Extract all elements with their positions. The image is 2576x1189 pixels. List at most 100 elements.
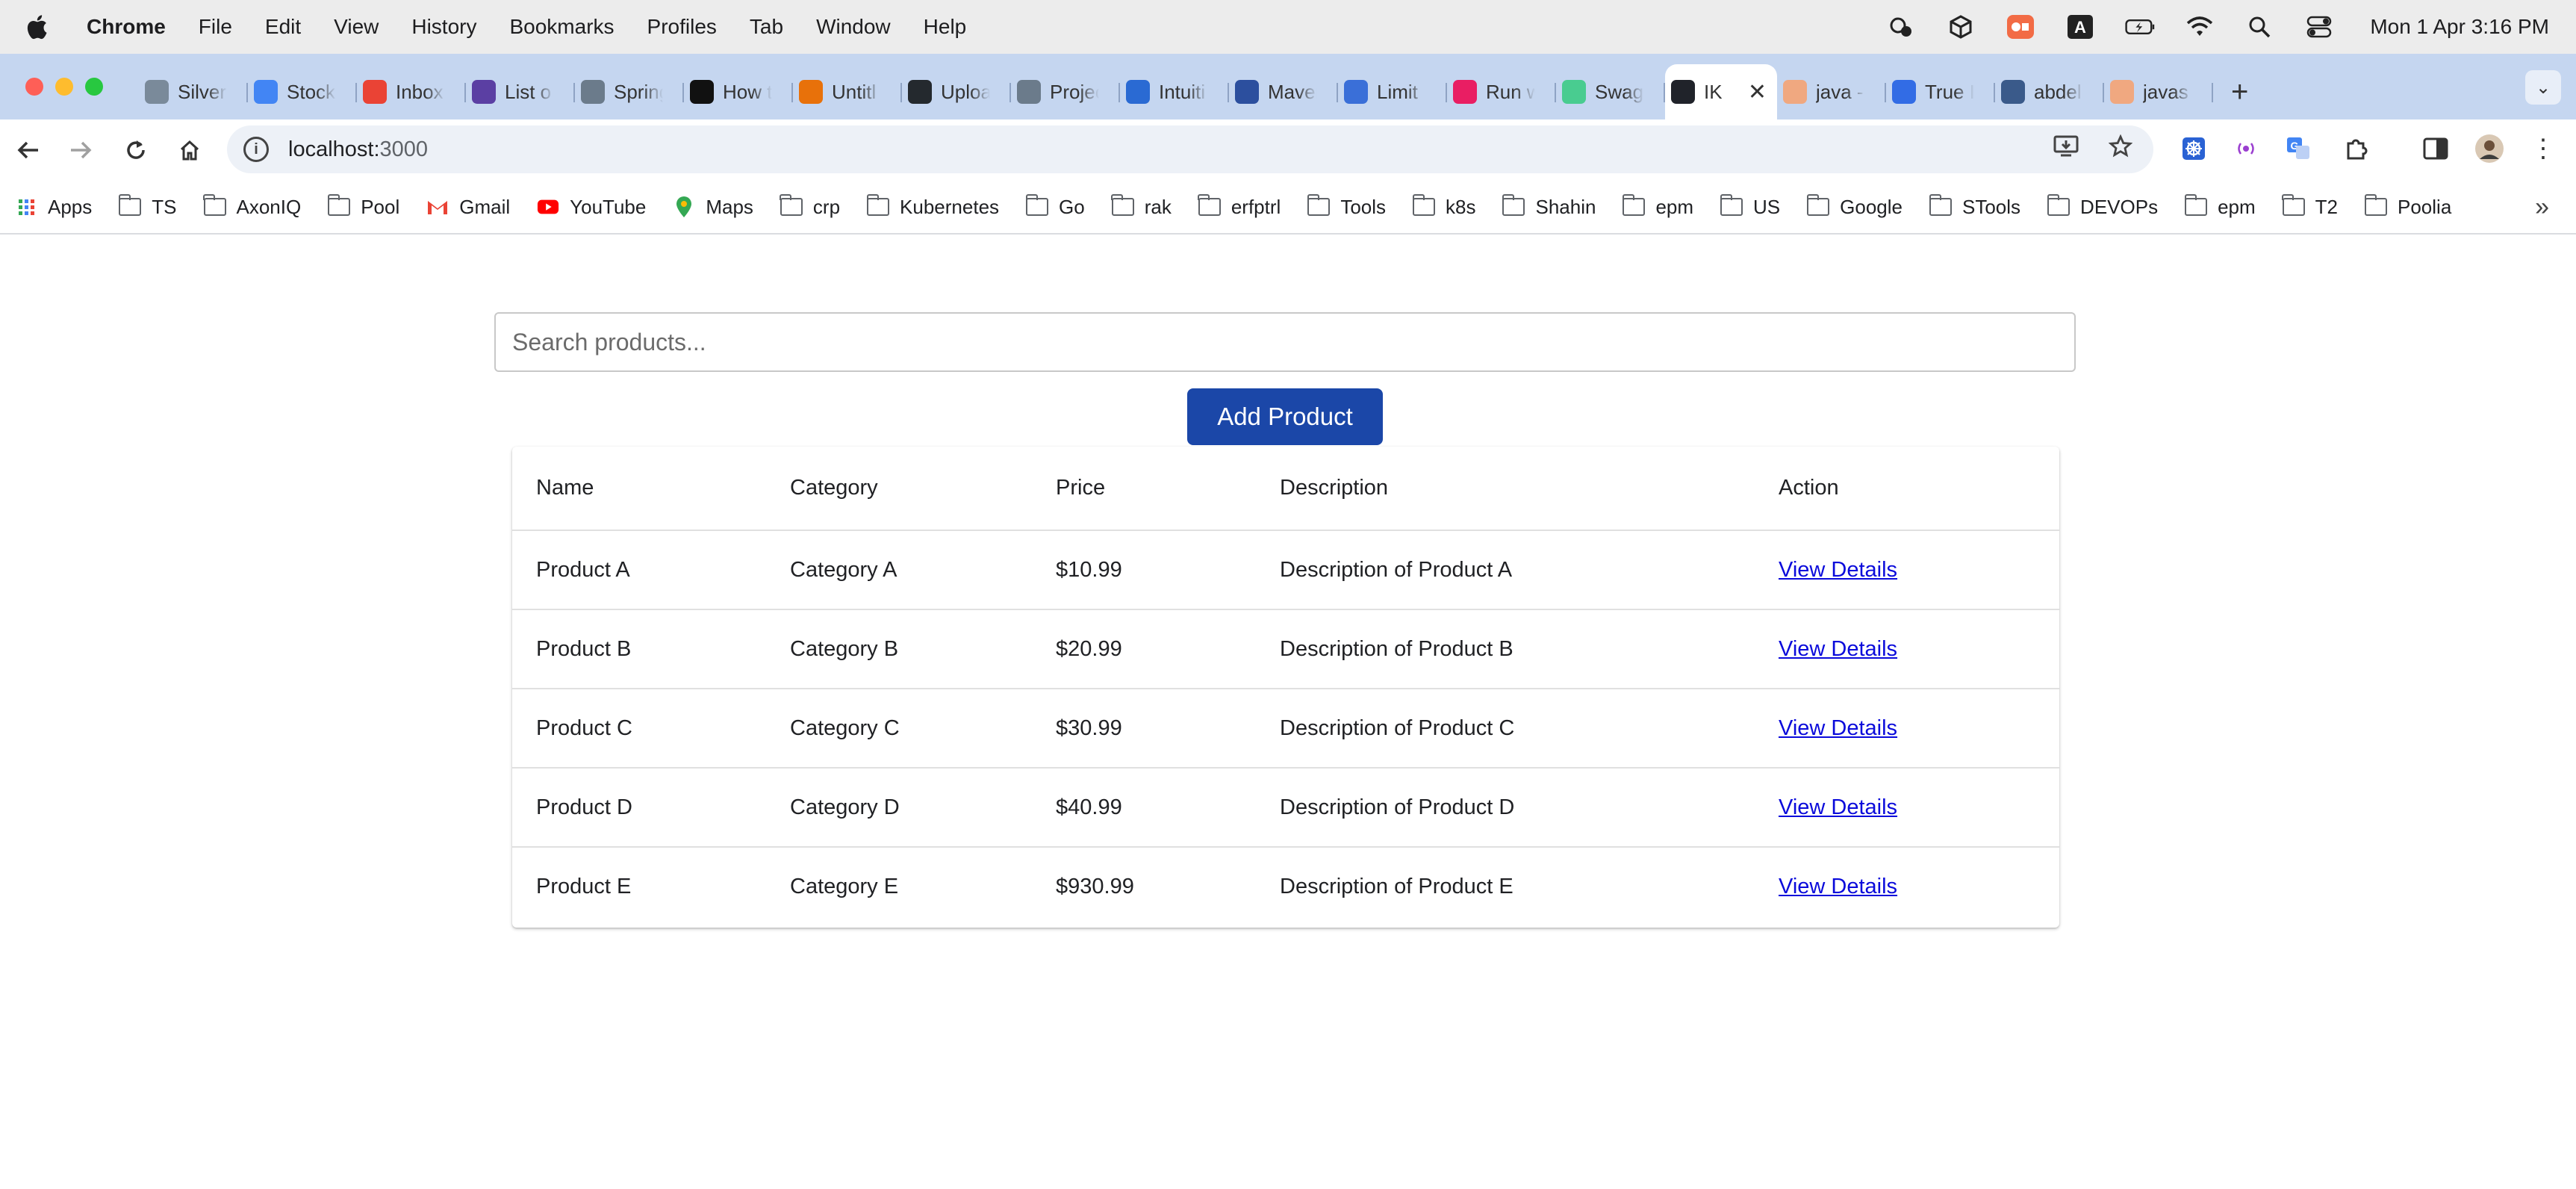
bookmark-item[interactable]: epm — [2184, 194, 2256, 219]
browser-tab[interactable]: Inbox — [357, 69, 466, 114]
bookmark-item[interactable]: Tools — [1307, 194, 1386, 219]
url-text[interactable]: localhost:3000 — [288, 137, 428, 162]
add-product-button[interactable]: Add Product — [1187, 388, 1383, 445]
menu-window[interactable]: Window — [816, 15, 891, 39]
view-details-link[interactable]: View Details — [1779, 716, 1897, 740]
menu-tab[interactable]: Tab — [750, 15, 783, 39]
browser-tab[interactable]: IK ✕ — [1665, 64, 1777, 119]
install-app-icon[interactable] — [2053, 134, 2079, 164]
tab-title: Intuiti — [1159, 80, 1206, 103]
browser-tab[interactable]: java - — [1777, 69, 1886, 114]
view-details-link[interactable]: View Details — [1779, 558, 1897, 582]
close-window-button[interactable] — [25, 78, 43, 96]
tab-title: How t — [723, 80, 772, 103]
browser-tab[interactable]: Stock — [248, 69, 357, 114]
table-row: Product B Category B $20.99 Description … — [512, 609, 2059, 689]
browser-tab[interactable]: Spring — [575, 69, 684, 114]
minimize-window-button[interactable] — [55, 78, 73, 96]
bookmark-item[interactable]: Go — [1025, 194, 1085, 219]
site-info-icon[interactable]: i — [243, 137, 269, 162]
bookmark-item[interactable]: rak — [1111, 194, 1172, 219]
tab-search-chevron-icon[interactable]: ⌄ — [2525, 70, 2561, 105]
kubernetes-extension-icon[interactable] — [2179, 134, 2209, 164]
menu-profiles[interactable]: Profiles — [647, 15, 717, 39]
browser-tab[interactable]: True I — [1886, 69, 1995, 114]
browser-tab[interactable]: Maven — [1229, 69, 1338, 114]
menu-help[interactable]: Help — [924, 15, 967, 39]
recorder-status-icon[interactable] — [2006, 12, 2035, 42]
browser-tab[interactable]: Limit — [1338, 69, 1447, 114]
spotlight-search-icon[interactable] — [2244, 12, 2274, 42]
view-details-link[interactable]: View Details — [1779, 875, 1897, 898]
view-details-link[interactable]: View Details — [1779, 795, 1897, 819]
bookmark-item[interactable]: Pool — [327, 194, 399, 219]
bookmark-item[interactable]: Google — [1806, 194, 1903, 219]
more-bookmarks-chevron-icon[interactable]: » — [2535, 193, 2549, 222]
address-bar[interactable]: i localhost:3000 — [227, 125, 2153, 173]
browser-tab[interactable]: Untitl — [793, 69, 902, 114]
bookmark-item[interactable]: Kubernetes — [866, 194, 999, 219]
bookmark-star-icon[interactable] — [2108, 134, 2133, 164]
more-menu-icon[interactable]: ⋮ — [2528, 134, 2558, 164]
box-status-icon[interactable] — [1946, 12, 1976, 42]
cell-price: $30.99 — [1032, 689, 1256, 769]
bookmark-item[interactable]: YouTube — [537, 196, 646, 219]
page-content: Add Product Name Category Price Descript… — [0, 236, 2576, 1189]
browser-tab[interactable]: javas — [2104, 69, 2213, 114]
bookmark-label: Go — [1059, 195, 1085, 218]
bookmark-item[interactable]: STools — [1929, 194, 2020, 219]
folder-icon — [866, 194, 890, 217]
side-panel-icon[interactable] — [2421, 134, 2451, 164]
product-search-input[interactable] — [494, 312, 2076, 372]
apple-logo-icon[interactable] — [25, 14, 48, 40]
browser-tab[interactable]: Uploa — [902, 69, 1011, 114]
bookmark-item[interactable]: epm — [1622, 194, 1693, 219]
profile-avatar[interactable] — [2474, 134, 2504, 164]
back-arrow-icon[interactable] — [12, 134, 45, 167]
reload-icon[interactable] — [119, 134, 152, 167]
bookmark-item[interactable]: AxonIQ — [203, 194, 301, 219]
forward-arrow-icon[interactable] — [64, 134, 97, 167]
browser-tab[interactable]: Run w — [1447, 69, 1556, 114]
bookmark-item[interactable]: Shahin — [1502, 194, 1596, 219]
bookmark-item[interactable]: Apps — [15, 196, 92, 219]
menu-bookmarks[interactable]: Bookmarks — [509, 15, 614, 39]
wifi-icon[interactable] — [2185, 12, 2215, 42]
menu-view[interactable]: View — [334, 15, 379, 39]
bookmark-item[interactable]: TS — [118, 194, 177, 219]
home-icon[interactable] — [173, 134, 206, 167]
battery-icon[interactable] — [2125, 12, 2155, 42]
focus-status-icon[interactable] — [1886, 12, 1916, 42]
new-tab-plus-icon[interactable]: + — [2231, 75, 2261, 109]
translate-extension-icon[interactable]: G — [2283, 134, 2313, 164]
bookmark-item[interactable]: Maps — [673, 196, 753, 219]
input-source-icon[interactable]: A — [2065, 12, 2095, 42]
close-tab-icon[interactable]: ✕ — [1748, 79, 1767, 105]
bookmark-item[interactable]: Poolia — [2364, 194, 2451, 219]
bookmark-item[interactable]: US — [1720, 194, 1780, 219]
menu-app-name[interactable]: Chrome — [87, 15, 166, 39]
bookmark-item[interactable]: DEVOPs — [2047, 194, 2158, 219]
broadcast-extension-icon[interactable] — [2231, 134, 2261, 164]
bookmark-item[interactable]: k8s — [1412, 194, 1475, 219]
folder-icon — [1622, 194, 1646, 217]
menu-file[interactable]: File — [199, 15, 232, 39]
menu-history[interactable]: History — [411, 15, 476, 39]
extensions-puzzle-icon[interactable] — [2342, 134, 2371, 164]
browser-tab[interactable]: List o — [466, 69, 575, 114]
menu-edit[interactable]: Edit — [265, 15, 301, 39]
browser-tab[interactable]: How t — [684, 69, 793, 114]
browser-tab[interactable]: Projec — [1011, 69, 1120, 114]
browser-tab[interactable]: Silver — [139, 69, 248, 114]
bookmark-item[interactable]: Gmail — [426, 196, 510, 219]
control-center-icon[interactable] — [2304, 12, 2334, 42]
browser-tab[interactable]: abdel — [1995, 69, 2104, 114]
view-details-link[interactable]: View Details — [1779, 637, 1897, 661]
menu-bar-clock[interactable]: Mon 1 Apr 3:16 PM — [2370, 15, 2549, 39]
zoom-window-button[interactable] — [85, 78, 103, 96]
browser-tab[interactable]: Intuiti — [1120, 69, 1229, 114]
bookmark-item[interactable]: T2 — [2282, 194, 2338, 219]
bookmark-item[interactable]: crp — [780, 194, 840, 219]
browser-tab[interactable]: Swagg — [1556, 69, 1665, 114]
bookmark-item[interactable]: erfptrl — [1198, 194, 1281, 219]
